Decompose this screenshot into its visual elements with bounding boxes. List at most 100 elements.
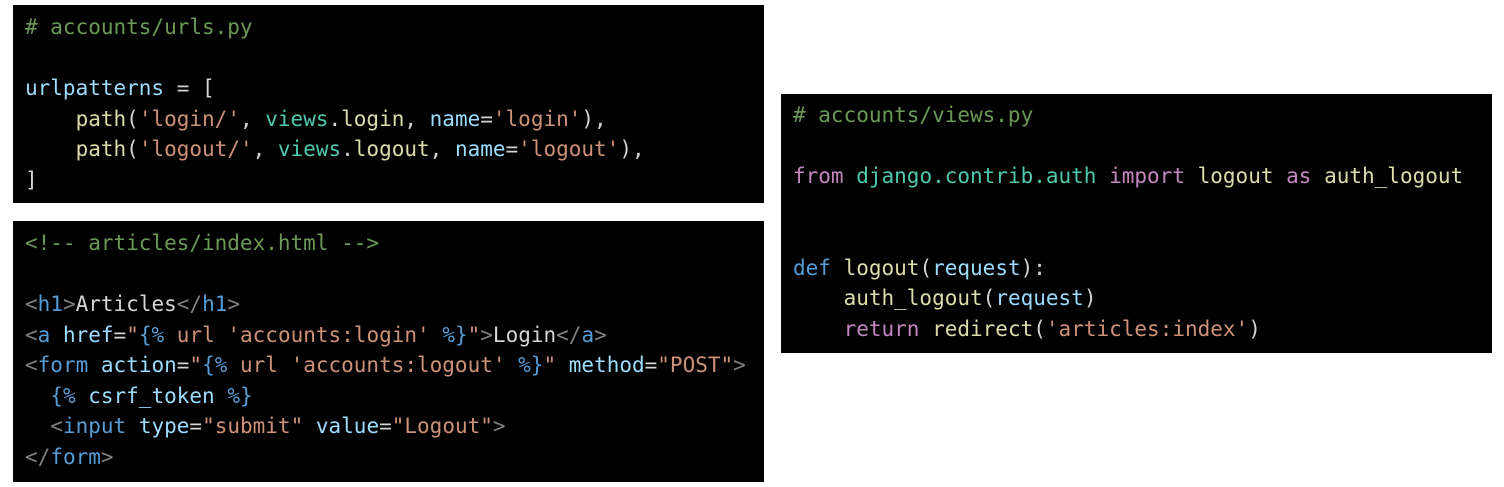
code-token-tag: a (581, 322, 595, 347)
code-token-func: auth_logout (843, 286, 983, 310)
code-token-attr: type (138, 414, 190, 438)
code-token-template: {% (50, 383, 76, 408)
code-token-keyword: from (793, 164, 844, 188)
code-token-string: 'login' (492, 106, 582, 131)
code-token-tag: h1 (202, 292, 228, 316)
code-token-func: path (75, 106, 127, 131)
code-token-string: url 'accounts:login' (164, 322, 443, 347)
code-token-func: redirect (932, 316, 1034, 341)
code-line: path('logout/', views.logout, name='logo… (25, 134, 764, 165)
code-token-template: %} (518, 353, 544, 377)
code-token-text: = (379, 414, 392, 438)
code-token-func: logout (843, 255, 920, 280)
code-token-var: name (454, 137, 506, 161)
code-token-text: , (404, 106, 430, 131)
code-token-module: django.contrib.auth (856, 164, 1097, 188)
code-token-text: ( (126, 106, 139, 131)
code-token-keyword: return (843, 316, 920, 341)
code-token-punct: </ (556, 322, 582, 347)
code-token-attr: value (315, 414, 380, 438)
code-token-text: , (252, 137, 278, 161)
code-token-punct: > (492, 414, 506, 438)
code-token-tag: h1 (37, 292, 63, 316)
code-token-text: Articles (75, 292, 177, 316)
code-token-punct: > (594, 322, 607, 347)
code-block-articles-index-html: <!-- articles/index.html --> <h1>Articles… (13, 221, 764, 482)
code-token-text: , (239, 106, 266, 131)
code-token-text: ), (619, 137, 645, 161)
code-line: <!-- articles/index.html --> (25, 228, 764, 259)
code-token-func: login (341, 106, 405, 131)
code-line: path('login/', views.login, name='login'… (25, 104, 764, 135)
code-line: from django.contrib.auth import logout a… (793, 161, 1492, 192)
code-line: {% csrf_token %} (25, 381, 764, 412)
code-token-punct: < (50, 414, 63, 438)
code-token-comment: # accounts/urls.py (25, 15, 253, 39)
code-token-punct: < (25, 292, 38, 316)
code-token-string: "Logout" (391, 414, 493, 438)
code-token-attr: action (100, 353, 177, 377)
code-token-punct: > (733, 353, 746, 377)
code-token-tag: form (37, 353, 89, 377)
code-token-string: 'articles:index' (1045, 316, 1249, 341)
code-token-text: ), (581, 106, 607, 131)
code-token-string: " (543, 353, 557, 377)
code-token-template: %} (442, 322, 468, 347)
code-token-text: = (505, 137, 519, 161)
code-block-accounts-urls: # accounts/urls.py urlpatterns = [ path('… (13, 5, 764, 203)
code-token-attr: href (62, 322, 114, 347)
code-token-tag: a (37, 322, 51, 347)
code-token-string: 'login/' (138, 106, 240, 131)
code-token-punct: > (227, 292, 241, 316)
code-token-text: = (644, 353, 658, 377)
code-token-text: = (480, 106, 493, 131)
code-token-template: %} (227, 383, 253, 408)
code-line: </form> (25, 442, 764, 473)
code-token-text: ( (126, 137, 139, 161)
code-token-module: views (265, 106, 329, 131)
code-line: <form action="{% url 'accounts:logout' %… (25, 350, 764, 381)
code-token-text: ): (1020, 255, 1046, 280)
code-token-text: ( (982, 286, 996, 310)
code-token-text: . (328, 106, 342, 131)
code-token-punct: < (25, 353, 38, 377)
code-token-string: url 'accounts:logout' (227, 353, 519, 377)
code-token-string: " (126, 322, 139, 347)
code-token-keyword: as (1286, 164, 1312, 188)
code-token-text: ) (1248, 316, 1261, 341)
code-token-string: " (467, 322, 481, 347)
code-line: ] (25, 165, 764, 196)
code-token-func: logout (1197, 164, 1274, 188)
code-token-text: = (176, 353, 190, 377)
code-token-punct: < (25, 322, 38, 347)
code-token-text: ] (25, 167, 38, 192)
code-token-text: ) (1083, 286, 1097, 310)
code-block-accounts-views: # accounts/views.py from django.contrib.a… (781, 94, 1492, 353)
code-token-var: request (995, 286, 1084, 310)
code-token-comment: <!-- articles/index.html --> (25, 231, 380, 255)
code-token-text: Login (492, 322, 557, 347)
code-token-def: def (793, 255, 831, 280)
code-token-text: = [ (164, 76, 215, 100)
code-token-template: {% (202, 353, 228, 377)
code-token-text: ( (1033, 316, 1046, 341)
code-line: def logout(request): (793, 253, 1492, 284)
code-token-text: . (341, 137, 354, 161)
